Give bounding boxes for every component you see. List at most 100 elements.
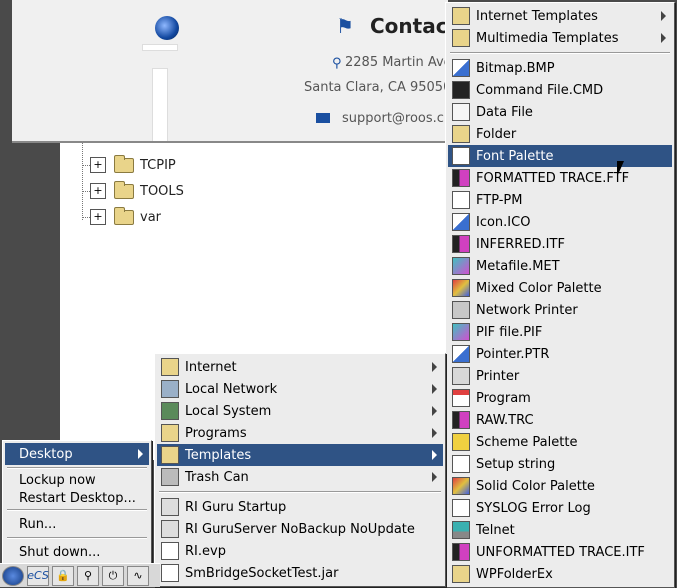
location-pin-icon: ⚲ bbox=[332, 56, 342, 71]
menu-item-local-system[interactable]: Local System bbox=[157, 400, 443, 422]
trace-file-icon bbox=[452, 411, 470, 429]
folder-icon bbox=[114, 180, 134, 199]
folder-icon bbox=[452, 125, 470, 143]
menu-item-folder[interactable]: Folder bbox=[448, 123, 672, 145]
internet-folder-icon bbox=[161, 358, 179, 376]
tree-item-label: TOOLS bbox=[140, 183, 184, 199]
envelope-icon bbox=[316, 113, 330, 123]
trash-can-icon bbox=[161, 468, 179, 486]
local-system-icon bbox=[161, 402, 179, 420]
icon-file-icon bbox=[452, 213, 470, 231]
menu-item-restart-desktop[interactable]: Restart Desktop... bbox=[5, 489, 149, 507]
menu-item-templates[interactable]: Templates bbox=[157, 444, 443, 466]
submenu-arrow-icon bbox=[661, 11, 666, 21]
metafile-icon bbox=[452, 257, 470, 275]
menu-item-run[interactable]: Run... bbox=[5, 513, 149, 535]
email-link[interactable]: support@roos.c bbox=[342, 111, 444, 126]
menu-item-internet[interactable]: Internet bbox=[157, 356, 443, 378]
flag-icon: ⚑ bbox=[336, 14, 354, 38]
menu-item-font-palette[interactable]: Font Palette bbox=[448, 145, 672, 167]
bitmap-icon bbox=[452, 59, 470, 77]
taskbar: eCS 🔒 ⚲ ⏻ ∿ bbox=[0, 563, 160, 587]
tree-item-label: var bbox=[140, 209, 162, 225]
ftp-icon bbox=[452, 191, 470, 209]
menu-item-ftp-pm[interactable]: FTP-PM bbox=[448, 189, 672, 211]
submenu-arrow-icon bbox=[661, 33, 666, 43]
contact-title: Contact bbox=[370, 14, 448, 38]
submenu-arrow-icon bbox=[432, 472, 437, 482]
folder-icon bbox=[452, 565, 470, 583]
templates-folder-icon bbox=[161, 446, 179, 464]
menu-item-internet-templates[interactable]: Internet Templates bbox=[448, 5, 672, 27]
printer-icon bbox=[452, 367, 470, 385]
menu-separator bbox=[159, 491, 441, 493]
logo-bar bbox=[142, 44, 178, 51]
address-line-1: 2285 Martin Ave bbox=[345, 55, 448, 70]
menu-item-program[interactable]: Program bbox=[448, 387, 672, 409]
lock-icon[interactable]: 🔒 bbox=[52, 565, 74, 586]
menu-item-shut-down[interactable]: Shut down... bbox=[5, 541, 149, 563]
font-palette-icon bbox=[452, 147, 470, 165]
program-icon bbox=[452, 389, 470, 407]
power-icon[interactable]: ⏻ bbox=[102, 565, 124, 586]
menu-item-data-file[interactable]: Data File bbox=[448, 101, 672, 123]
ecs-button[interactable]: eCS bbox=[27, 565, 49, 586]
menu-item-pif-file[interactable]: PIF file.PIF bbox=[448, 321, 672, 343]
menu-item-icon-ico[interactable]: Icon.ICO bbox=[448, 211, 672, 233]
data-file-icon bbox=[452, 103, 470, 121]
menu-item-lockup-now[interactable]: Lockup now bbox=[5, 471, 149, 489]
submenu-arrow-icon bbox=[432, 406, 437, 416]
menu-item-command-file[interactable]: Command File.CMD bbox=[448, 79, 672, 101]
network-printer-icon bbox=[452, 301, 470, 319]
menu-item-wpfolderex[interactable]: WPFolderEx bbox=[448, 563, 672, 585]
programs-folder-icon bbox=[161, 424, 179, 442]
menu-item-trash-can[interactable]: Trash Can bbox=[157, 466, 443, 488]
menu-item-pointer-ptr[interactable]: Pointer.PTR bbox=[448, 343, 672, 365]
menu-item-setup-string[interactable]: Setup string bbox=[448, 453, 672, 475]
menu-item-raw-trc[interactable]: RAW.TRC bbox=[448, 409, 672, 431]
tree-item-var[interactable]: + var bbox=[82, 206, 162, 227]
menu-item-ri-guruserver[interactable]: RI GuruServer NoBackup NoUpdate bbox=[157, 518, 443, 540]
templates-menu: Internet Templates Multimedia Templates … bbox=[445, 2, 675, 588]
menu-item-bitmap[interactable]: Bitmap.BMP bbox=[448, 57, 672, 79]
folder-icon bbox=[114, 206, 134, 225]
expand-icon[interactable]: + bbox=[90, 183, 106, 199]
menu-item-metafile[interactable]: Metafile.MET bbox=[448, 255, 672, 277]
local-network-icon bbox=[161, 380, 179, 398]
desktop-submenu: Internet Local Network Local System Prog… bbox=[154, 353, 446, 587]
menu-item-scheme-palette[interactable]: Scheme Palette bbox=[448, 431, 672, 453]
solid-color-palette-icon bbox=[452, 477, 470, 495]
tree-item-tcpip[interactable]: + TCPIP bbox=[82, 154, 176, 175]
tree-item-label: TCPIP bbox=[140, 157, 176, 173]
menu-separator bbox=[7, 467, 147, 469]
menu-item-ri-guru-startup[interactable]: RI Guru Startup bbox=[157, 496, 443, 518]
telnet-icon bbox=[452, 521, 470, 539]
tree-item-tools[interactable]: + TOOLS bbox=[82, 180, 184, 201]
expand-icon[interactable]: + bbox=[90, 157, 106, 173]
contact-panel: ⚑ Contact ⚲ 2285 Martin Ave Santa Clara,… bbox=[12, 0, 448, 143]
folder-icon bbox=[452, 29, 470, 47]
menu-item-local-network[interactable]: Local Network bbox=[157, 378, 443, 400]
menu-item-multimedia-templates[interactable]: Multimedia Templates bbox=[448, 27, 672, 49]
trace-file-icon bbox=[452, 235, 470, 253]
menu-item-syslog-error-log[interactable]: SYSLOG Error Log bbox=[448, 497, 672, 519]
globe-icon bbox=[155, 16, 179, 40]
menu-item-desktop[interactable]: Desktop bbox=[5, 443, 149, 465]
ecs-globe-icon[interactable] bbox=[2, 565, 24, 586]
menu-item-smbridge-jar[interactable]: SmBridgeSocketTest.jar bbox=[157, 562, 443, 584]
menu-item-inferred-itf[interactable]: INFERRED.ITF bbox=[448, 233, 672, 255]
menu-item-unformatted-trace[interactable]: UNFORMATTED TRACE.ITF bbox=[448, 541, 672, 563]
menu-item-printer[interactable]: Printer bbox=[448, 365, 672, 387]
menu-item-ri-evp[interactable]: RI.evp bbox=[157, 540, 443, 562]
menu-item-programs[interactable]: Programs bbox=[157, 422, 443, 444]
menu-item-solid-color-palette[interactable]: Solid Color Palette bbox=[448, 475, 672, 497]
search-icon[interactable]: ⚲ bbox=[77, 565, 99, 586]
menu-item-network-printer[interactable]: Network Printer bbox=[448, 299, 672, 321]
monitor-icon[interactable]: ∿ bbox=[127, 565, 149, 586]
mouse-pointer-icon bbox=[617, 161, 624, 177]
menu-item-mixed-color-palette[interactable]: Mixed Color Palette bbox=[448, 277, 672, 299]
expand-icon[interactable]: + bbox=[90, 209, 106, 225]
menu-item-telnet[interactable]: Telnet bbox=[448, 519, 672, 541]
submenu-arrow-icon bbox=[432, 384, 437, 394]
menu-item-formatted-trace[interactable]: FORMATTED TRACE.FTF bbox=[448, 167, 672, 189]
